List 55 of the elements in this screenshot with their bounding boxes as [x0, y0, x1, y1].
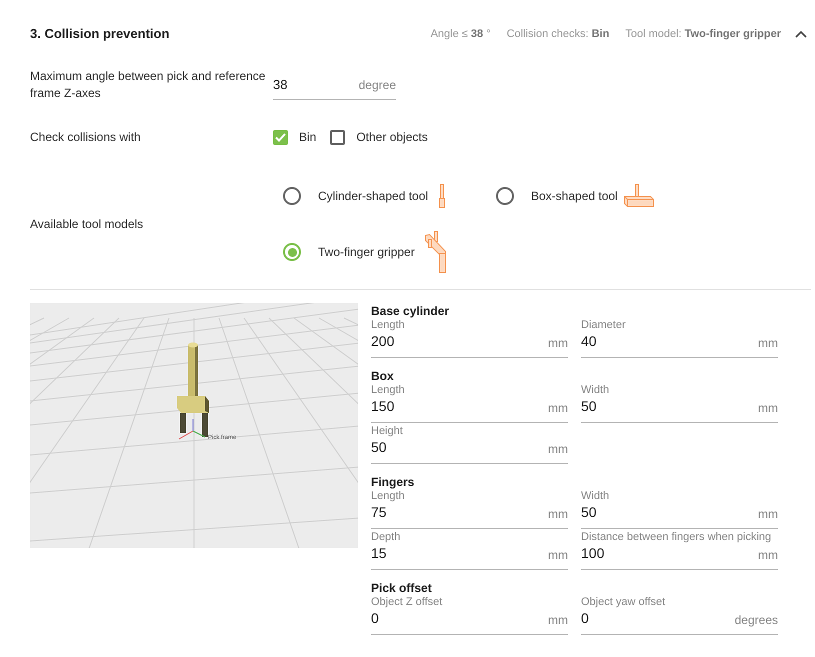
cylinder-tool-icon — [438, 184, 446, 208]
number-field[interactable]: 50 mm — [371, 438, 568, 464]
number-field[interactable]: 200 mm — [371, 332, 568, 358]
group-title: Base cylinder — [371, 303, 450, 319]
unit-label: mm — [758, 400, 778, 417]
field-label: Object Z offset — [371, 596, 444, 609]
number-field[interactable]: 75 mm — [371, 503, 568, 529]
field-label: Height — [371, 425, 404, 438]
number-field[interactable]: 150 mm — [371, 397, 568, 423]
unit-label: mm — [548, 441, 568, 458]
group-title: Box — [371, 368, 395, 384]
unit-label: mm — [548, 335, 568, 352]
field-label: Diameter — [581, 319, 627, 332]
unit-label: degree — [358, 76, 396, 94]
tool-radio[interactable]: Box-shaped tool — [496, 187, 618, 205]
field-label: Length — [371, 384, 406, 397]
collision-checkbox[interactable]: Bin — [273, 128, 316, 146]
unit-label: mm — [548, 547, 568, 564]
unit-label: mm — [548, 612, 568, 629]
field-label: Length — [371, 490, 406, 503]
unit-label: mm — [758, 547, 778, 564]
gripper-tool-icon — [424, 231, 449, 273]
angle-field[interactable]: 38 degree — [273, 70, 396, 100]
number-field[interactable]: 50 mm — [581, 503, 778, 529]
check-icon — [275, 132, 286, 142]
tool-radio[interactable]: Cylinder-shaped tool — [283, 187, 428, 205]
tools-label: Available tool models — [30, 216, 144, 233]
number-field[interactable]: 50 mm — [581, 397, 778, 423]
number-field[interactable]: 0 mm — [371, 609, 568, 635]
summary-text: Collision checks: Bin — [506, 26, 610, 42]
group-title: Pick offset — [371, 580, 433, 596]
unit-label: mm — [548, 400, 568, 417]
number-field[interactable]: 40 mm — [581, 332, 778, 358]
field-label: Object yaw offset — [581, 596, 666, 609]
field-label: Depth — [371, 531, 402, 544]
field-label: Length — [371, 319, 406, 332]
field-label: Distance between fingers when picking — [581, 531, 772, 544]
field-label: Width — [581, 490, 610, 503]
summary-text: Tool model: Two-finger gripper — [625, 26, 781, 42]
chevron-up-icon — [795, 30, 807, 38]
checks-label: Check collisions with — [30, 129, 142, 146]
unit-label: mm — [548, 506, 568, 523]
group-title: Fingers — [371, 474, 416, 490]
number-field[interactable]: 15 mm — [371, 544, 568, 570]
unit-label: degrees — [734, 612, 778, 629]
collision-checkbox[interactable]: Other objects — [330, 128, 428, 146]
unit-label: mm — [758, 506, 778, 523]
section-title: 3. Collision prevention — [30, 25, 170, 44]
unit-label: mm — [758, 335, 778, 352]
number-field[interactable]: 100 mm — [581, 544, 778, 570]
field-label: Width — [581, 384, 610, 397]
summary-text: Angle ≤ 38 ° — [430, 26, 491, 42]
tool-radio[interactable]: Two-finger gripper — [283, 243, 415, 261]
angle-label: Maximum angle between pick and reference frame Z-axes — [30, 68, 266, 102]
number-field[interactable]: 0 degrees — [581, 609, 778, 635]
